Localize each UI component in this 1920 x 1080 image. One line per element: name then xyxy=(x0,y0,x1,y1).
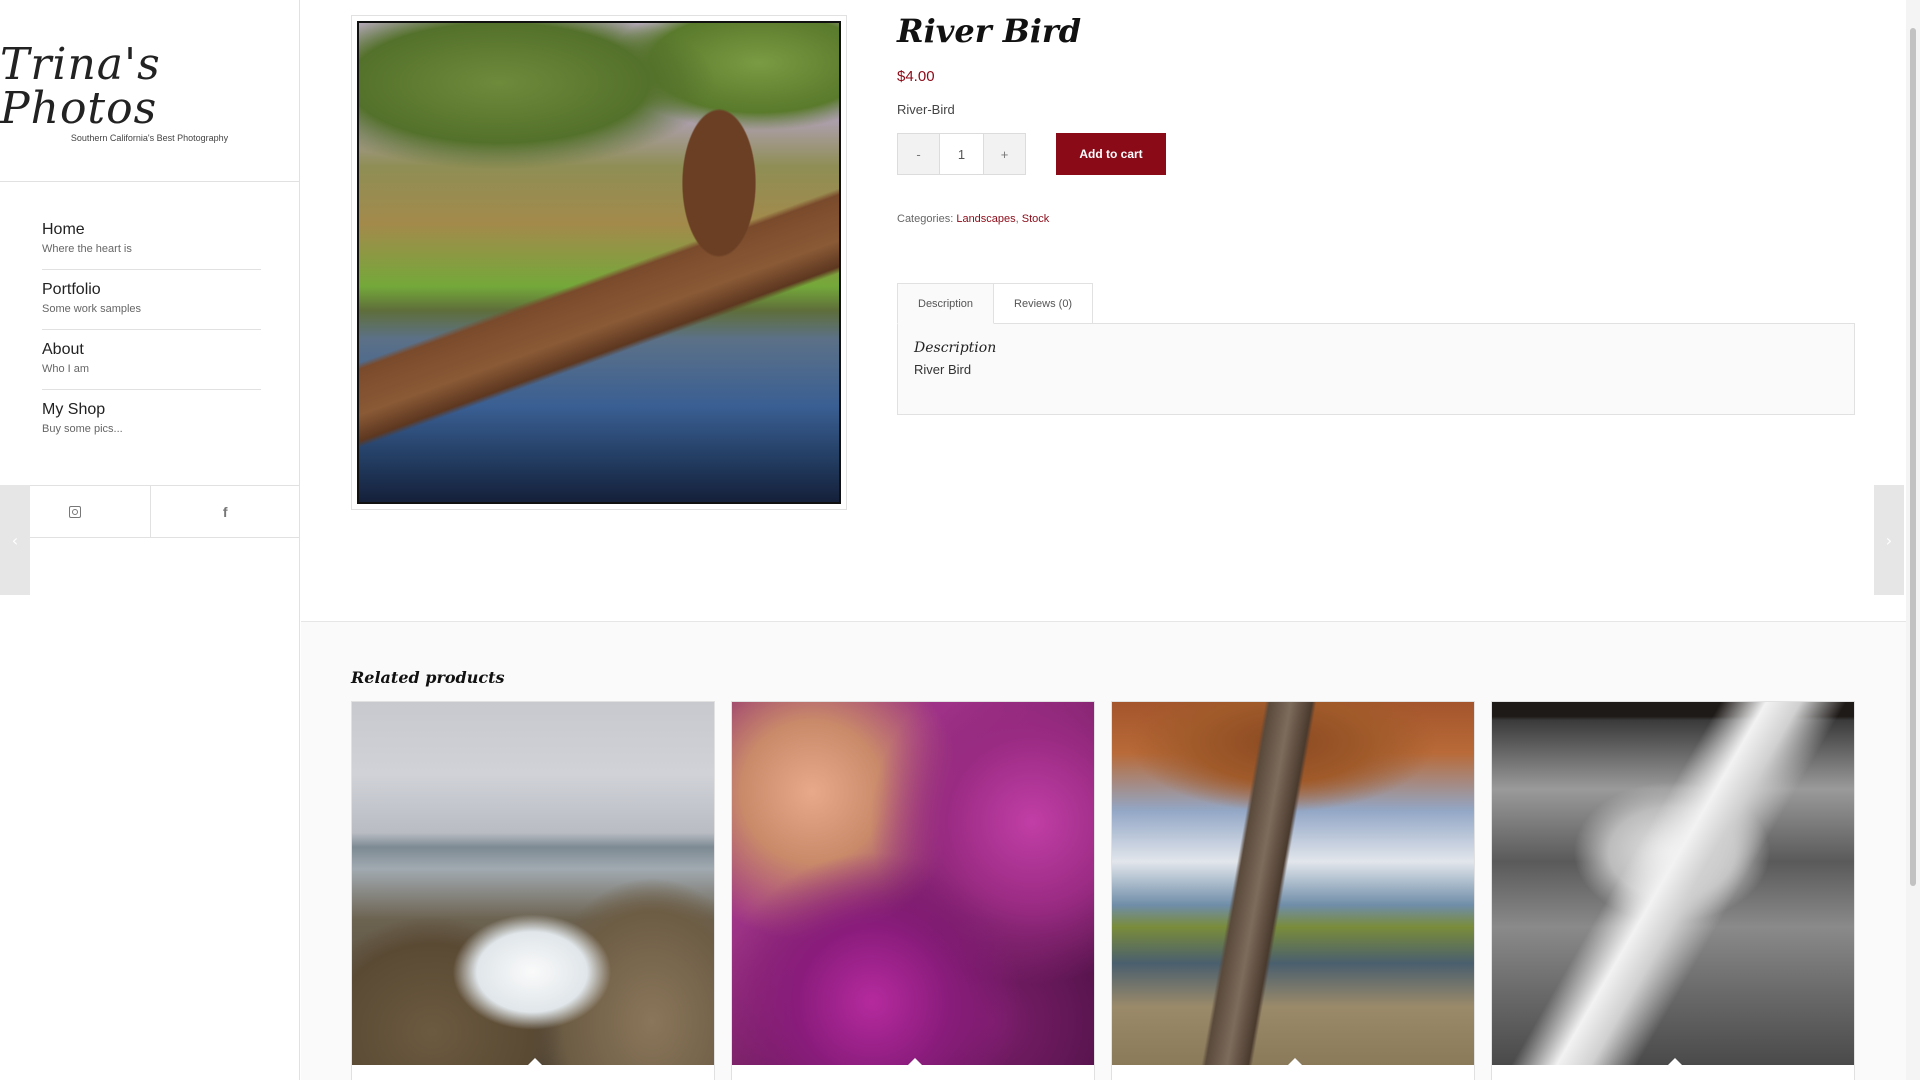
nav-item-sublabel: Where the heart is xyxy=(42,243,132,255)
card-notch xyxy=(1668,1058,1682,1065)
related-product-card[interactable] xyxy=(731,701,1095,1080)
product-categories: Categories: Landscapes, Stock xyxy=(897,213,1049,225)
sidebar: Trina's Photos Southern California's Bes… xyxy=(0,0,300,1080)
tab-panel-description: Description River Bird xyxy=(897,323,1855,415)
related-product-card[interactable] xyxy=(1491,701,1855,1080)
product-title: River Bird xyxy=(897,12,1082,50)
product-tabs: Description Reviews (0) xyxy=(897,283,1094,324)
nav-item-portfolio[interactable]: Portfolio Some work samples xyxy=(42,270,261,330)
nav-item-sublabel: Some work samples xyxy=(42,303,142,315)
main-nav: Home Where the heart is Portfolio Some w… xyxy=(0,182,299,449)
product-thumbnail xyxy=(352,702,714,1065)
panel-heading: Description xyxy=(914,340,997,356)
nav-item-home[interactable]: Home Where the heart is xyxy=(42,210,261,270)
card-notch xyxy=(1288,1058,1302,1065)
nav-item-label: Portfolio xyxy=(42,281,101,298)
product-photo xyxy=(357,21,841,504)
product-thumbnail xyxy=(1492,702,1854,1065)
category-link-landscapes[interactable]: Landscapes xyxy=(956,213,1015,225)
related-products-title: Related products xyxy=(351,668,505,687)
product-short-description: River-Bird xyxy=(897,102,955,117)
qty-plus-button[interactable]: + xyxy=(983,133,1026,175)
related-product-card[interactable] xyxy=(351,701,715,1080)
nav-item-sublabel: Buy some pics... xyxy=(42,423,123,435)
facebook-link[interactable]: f xyxy=(149,486,301,537)
logo[interactable]: Trina's Photos Southern California's Bes… xyxy=(0,0,299,182)
next-product-arrow[interactable]: › xyxy=(1874,485,1904,595)
facebook-icon: f xyxy=(222,503,228,520)
product-image[interactable] xyxy=(351,15,847,510)
qty-minus-button[interactable]: - xyxy=(897,133,940,175)
logo-title: Trina's Photos xyxy=(0,38,161,134)
page-scrollbar[interactable] xyxy=(1906,0,1920,1080)
tab-reviews[interactable]: Reviews (0) xyxy=(994,283,1094,324)
nav-item-my-shop[interactable]: My Shop Buy some pics... xyxy=(42,390,261,449)
panel-text: River Bird xyxy=(914,362,972,377)
nav-item-label: My Shop xyxy=(42,401,106,418)
quantity-stepper: - + xyxy=(897,133,1026,175)
add-to-cart-button[interactable]: Add to cart xyxy=(1056,133,1166,175)
nav-item-label: About xyxy=(42,341,84,358)
category-separator: , xyxy=(1015,213,1019,225)
social-links: f xyxy=(0,485,300,538)
product-thumbnail xyxy=(732,702,1094,1065)
tab-description[interactable]: Description xyxy=(897,283,995,324)
scrollbar-thumb[interactable] xyxy=(1910,28,1916,886)
nav-item-about[interactable]: About Who I am xyxy=(42,330,261,390)
chevron-left-icon: ‹ xyxy=(11,530,19,550)
nav-item-label: Home xyxy=(42,221,85,238)
logo-tagline: Southern California's Best Photography xyxy=(70,132,229,143)
card-notch xyxy=(528,1058,542,1065)
product-thumbnail xyxy=(1112,702,1474,1065)
product-price: $4.00 xyxy=(897,68,935,85)
chevron-right-icon: › xyxy=(1885,530,1893,550)
nav-item-sublabel: Who I am xyxy=(42,363,90,375)
instagram-icon xyxy=(68,505,81,518)
categories-label: Categories: xyxy=(897,213,954,225)
prev-product-arrow[interactable]: ‹ xyxy=(0,485,30,595)
category-link-stock[interactable]: Stock xyxy=(1022,213,1050,225)
card-notch xyxy=(908,1058,922,1065)
related-products-grid xyxy=(351,701,1855,1080)
quantity-input[interactable] xyxy=(940,133,983,175)
related-product-card[interactable] xyxy=(1111,701,1475,1080)
